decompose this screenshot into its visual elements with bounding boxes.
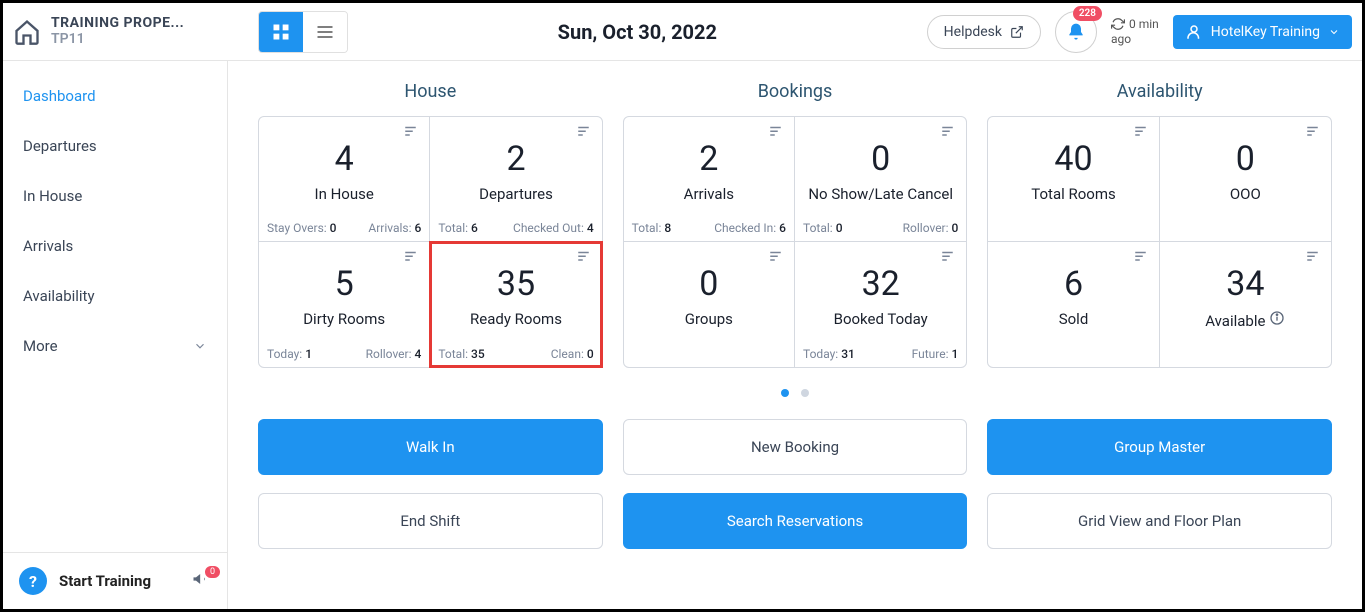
house-card-in-house[interactable]: 4In HouseStay Overs: 0Arrivals: 6 bbox=[259, 117, 430, 242]
house-card-departures[interactable]: 2DeparturesTotal: 6Checked Out: 4 bbox=[430, 117, 601, 242]
bookings-card-groups[interactable]: 0Groups bbox=[624, 242, 795, 367]
end-shift-button[interactable]: End Shift bbox=[258, 493, 603, 549]
grid-floor-plan-button[interactable]: Grid View and Floor Plan bbox=[987, 493, 1332, 549]
walk-in-button[interactable]: Walk In bbox=[258, 419, 603, 475]
current-date: Sun, Oct 30, 2022 bbox=[358, 20, 917, 44]
notification-badge: 228 bbox=[1073, 6, 1102, 21]
nav-more[interactable]: More bbox=[3, 321, 227, 371]
search-reservations-button[interactable]: Search Reservations bbox=[623, 493, 968, 549]
notifications-button[interactable]: 228 bbox=[1055, 11, 1097, 53]
grid-view-toggle[interactable] bbox=[259, 12, 303, 52]
list-view-toggle[interactable] bbox=[303, 12, 347, 52]
availability-card-ooo[interactable]: 0OOO bbox=[1160, 117, 1331, 242]
section-house: House bbox=[258, 81, 603, 102]
bookings-card-arrivals[interactable]: 2ArrivalsTotal: 8Checked In: 6 bbox=[624, 117, 795, 242]
help-icon[interactable]: ? bbox=[19, 567, 47, 595]
property-name: TRAINING PROPE... bbox=[51, 16, 184, 31]
nav-departures[interactable]: Departures bbox=[3, 121, 227, 171]
section-bookings: Bookings bbox=[623, 81, 968, 102]
sync-status: 0 min ago bbox=[1111, 17, 1159, 46]
new-booking-button[interactable]: New Booking bbox=[623, 419, 968, 475]
page-dot-2[interactable] bbox=[801, 389, 809, 397]
nav-dashboard[interactable]: Dashboard bbox=[3, 71, 227, 121]
house-card-dirty-rooms[interactable]: 5Dirty RoomsToday: 1Rollover: 4 bbox=[259, 242, 430, 367]
section-availability: Availability bbox=[987, 81, 1332, 102]
availability-card-total-rooms[interactable]: 40Total Rooms bbox=[988, 117, 1159, 242]
helpdesk-button[interactable]: Helpdesk bbox=[927, 15, 1041, 49]
bookings-card-booked-today[interactable]: 32Booked TodayToday: 31Future: 1 bbox=[795, 242, 966, 367]
house-card-ready-rooms[interactable]: 35Ready RoomsTotal: 35Clean: 0 bbox=[430, 242, 601, 367]
nav-arrivals[interactable]: Arrivals bbox=[3, 221, 227, 271]
page-dot-1[interactable] bbox=[781, 389, 789, 397]
availability-card-sold[interactable]: 6Sold bbox=[988, 242, 1159, 367]
start-training-button[interactable]: Start Training bbox=[59, 572, 179, 590]
announcements-icon[interactable]: 0 bbox=[191, 569, 211, 593]
group-master-button[interactable]: Group Master bbox=[987, 419, 1332, 475]
bookings-card-no-show-late-cancel[interactable]: 0No Show/Late CancelTotal: 0Rollover: 0 bbox=[795, 117, 966, 242]
nav-in-house[interactable]: In House bbox=[3, 171, 227, 221]
availability-card-available[interactable]: 34Available bbox=[1160, 242, 1331, 367]
property-code: TP11 bbox=[51, 32, 184, 47]
user-menu[interactable]: HotelKey Training bbox=[1173, 15, 1352, 49]
nav-availability[interactable]: Availability bbox=[3, 271, 227, 321]
home-icon[interactable] bbox=[13, 18, 41, 46]
